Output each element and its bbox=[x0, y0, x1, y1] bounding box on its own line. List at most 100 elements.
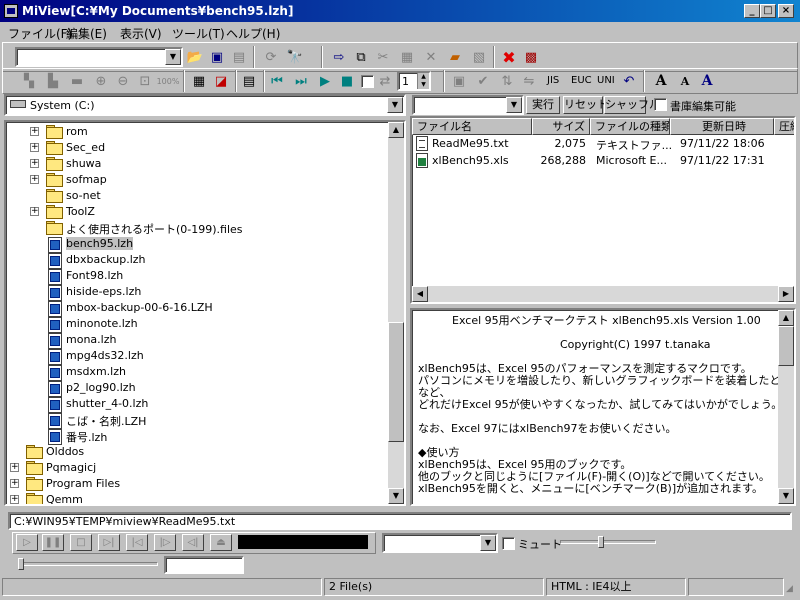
zoom-in-icon[interactable]: ⊕ bbox=[91, 71, 111, 91]
tree-item[interactable]: + Program Files bbox=[10, 476, 382, 492]
menu-help[interactable]: ヘルプ(H) bbox=[226, 25, 280, 42]
menu-tools[interactable]: ツール(T) bbox=[172, 25, 225, 42]
scroll-right-icon[interactable]: ▶ bbox=[778, 286, 794, 302]
properties-icon[interactable]: ▤ bbox=[239, 71, 259, 91]
minimize-button[interactable]: _ bbox=[744, 4, 760, 18]
path-field[interactable]: C:¥WIN95¥TEMP¥miview¥ReadMe95.txt bbox=[8, 512, 792, 530]
file-row[interactable]: xlBench95.xls 268,288 Microsoft E... 97/… bbox=[412, 153, 794, 169]
save-icon[interactable]: ▣ bbox=[207, 47, 227, 67]
uni-button[interactable]: UNI bbox=[597, 75, 615, 86]
chevron-down-icon[interactable]: ▼ bbox=[387, 97, 403, 113]
tree-item[interactable]: + Pqmagicj bbox=[10, 460, 382, 476]
player-prev-icon[interactable]: |◁ bbox=[126, 534, 148, 551]
bookshelf-edit-checkbox[interactable] bbox=[654, 98, 667, 111]
jis-button[interactable]: JIS bbox=[547, 75, 559, 86]
file-list[interactable]: ファイル名 サイズ ファイルの種類 更新日時 圧縮 ReadMe95.txt 2… bbox=[410, 116, 796, 304]
file-row[interactable]: ReadMe95.txt 2,075 テキストファ... 97/11/22 18… bbox=[412, 136, 794, 152]
tree-item[interactable]: + Sec_ed bbox=[30, 140, 382, 156]
sort-icon[interactable]: ⇅ bbox=[497, 71, 517, 91]
expand-icon[interactable]: + bbox=[30, 159, 39, 168]
tree-item[interactable]: + shuwa bbox=[30, 156, 382, 172]
player-eject-icon[interactable]: ⏏ bbox=[210, 534, 232, 551]
column-name[interactable]: ファイル名 bbox=[412, 118, 532, 135]
column-size[interactable]: サイズ bbox=[532, 118, 590, 135]
expand-icon[interactable]: + bbox=[10, 463, 19, 472]
extract-icon[interactable]: ▧ bbox=[469, 47, 489, 67]
page-spinner[interactable]: 1 ▲ ▼ bbox=[397, 71, 431, 91]
first-icon[interactable]: ⏮ bbox=[267, 71, 287, 91]
tree-item[interactable]: so-net bbox=[30, 188, 382, 204]
paste-icon[interactable]: ▦ bbox=[397, 47, 417, 67]
player-play-icon[interactable]: ▷ bbox=[16, 534, 38, 551]
tree-item[interactable]: mona.lzh bbox=[30, 332, 382, 349]
folder-tree[interactable]: + rom + Sec_ed + shuwa + sofmap so-net + ToolZ よく使用… bbox=[4, 120, 406, 506]
tree-item[interactable]: + sofmap bbox=[30, 172, 382, 188]
zoom-out-icon[interactable]: ⊖ bbox=[113, 71, 133, 91]
archive-icon[interactable]: ▰ bbox=[445, 47, 465, 67]
find-icon[interactable]: 🔭 bbox=[285, 47, 305, 67]
scroll-down-icon[interactable]: ▼ bbox=[778, 488, 794, 504]
expand-icon[interactable]: + bbox=[30, 127, 39, 136]
scroll-up-icon[interactable]: ▲ bbox=[388, 122, 404, 138]
move-icon[interactable]: ⇨ bbox=[329, 47, 349, 67]
shuffle-button[interactable]: シャッフル bbox=[604, 96, 660, 114]
preview-scrollbar[interactable]: ▲ ▼ bbox=[778, 310, 794, 504]
scroll-thumb[interactable] bbox=[778, 326, 794, 366]
drive-combo[interactable]: System (C:) ▼ bbox=[4, 94, 406, 116]
expand-icon[interactable]: + bbox=[30, 207, 39, 216]
scroll-down-icon[interactable]: ▼ bbox=[388, 488, 404, 504]
player-back-icon[interactable]: ◁| bbox=[182, 534, 204, 551]
last-icon[interactable]: ⏭ bbox=[291, 71, 311, 91]
reset-button[interactable]: リセット bbox=[563, 96, 608, 114]
tree-item[interactable]: minonote.lzh bbox=[30, 316, 382, 333]
zoom-100-button[interactable]: 100% bbox=[157, 71, 180, 91]
play-icon[interactable]: ▶ bbox=[315, 71, 335, 91]
loop-checkbox[interactable] bbox=[361, 75, 374, 88]
tree-item[interactable]: + Qemm bbox=[10, 492, 382, 504]
resize-grip-icon[interactable]: ◢ bbox=[786, 584, 793, 594]
stamp-icon[interactable]: ▙ bbox=[43, 71, 63, 91]
chevron-down-icon[interactable]: ▼ bbox=[480, 535, 496, 551]
convert-icon[interactable]: ⇋ bbox=[519, 71, 539, 91]
tree-item[interactable]: bench95.lzh bbox=[30, 236, 382, 253]
run-button[interactable]: 実行 bbox=[526, 96, 560, 114]
cut-icon[interactable]: ✂ bbox=[373, 47, 393, 67]
delete-icon[interactable]: ✖ bbox=[499, 47, 519, 67]
tree-item[interactable]: Olddos bbox=[10, 444, 382, 460]
menu-file[interactable]: ファイル(F) bbox=[8, 25, 72, 42]
player-next-icon[interactable]: ▷| bbox=[98, 534, 120, 551]
font-small-icon[interactable]: A bbox=[675, 71, 695, 91]
filelist-hscrollbar[interactable]: ◀ ▶ bbox=[412, 286, 794, 302]
font-large-icon[interactable]: A bbox=[651, 71, 671, 91]
thumbnail-icon[interactable]: ▦ bbox=[189, 71, 209, 91]
book-icon[interactable]: ▩ bbox=[521, 47, 541, 67]
print-icon[interactable]: ▤ bbox=[229, 47, 249, 67]
column-date[interactable]: 更新日時 bbox=[670, 118, 774, 135]
maximize-button[interactable]: □ bbox=[760, 4, 776, 18]
tree-item[interactable]: hiside-eps.lzh bbox=[30, 284, 382, 301]
undo-icon[interactable]: ↶ bbox=[619, 71, 639, 91]
chevron-down-icon[interactable]: ▼ bbox=[165, 49, 181, 65]
player-forward-icon[interactable]: |▷ bbox=[154, 534, 176, 551]
tree-item[interactable]: Font98.lzh bbox=[30, 268, 382, 285]
device-combo[interactable]: ▼ bbox=[382, 533, 498, 553]
seek-slider[interactable] bbox=[18, 562, 158, 566]
scroll-up-icon[interactable]: ▲ bbox=[778, 310, 794, 326]
font-color-icon[interactable]: A bbox=[697, 71, 717, 91]
scroll-left-icon[interactable]: ◀ bbox=[412, 286, 428, 302]
layers-icon[interactable]: ▚ bbox=[19, 71, 39, 91]
player-pause-icon[interactable]: ❚❚ bbox=[42, 534, 64, 551]
refresh-icon[interactable]: ⟳ bbox=[261, 47, 281, 67]
column-compression[interactable]: 圧縮 bbox=[774, 118, 794, 135]
flag-icon[interactable]: ◪ bbox=[211, 71, 231, 91]
address-combo[interactable]: ▼ bbox=[15, 47, 183, 67]
tree-scrollbar[interactable]: ▲ ▼ bbox=[388, 122, 404, 504]
tree-item[interactable]: msdxm.lzh bbox=[30, 364, 382, 381]
expand-icon[interactable]: + bbox=[10, 495, 19, 504]
expand-icon[interactable]: + bbox=[30, 175, 39, 184]
column-type[interactable]: ファイルの種類 bbox=[590, 118, 670, 135]
tree-item[interactable]: mpg4ds32.lzh bbox=[30, 348, 382, 365]
save-disabled-icon[interactable]: ▣ bbox=[449, 71, 469, 91]
tree-item[interactable]: dbxbackup.lzh bbox=[30, 252, 382, 269]
check-icon[interactable]: ✔ bbox=[473, 71, 493, 91]
